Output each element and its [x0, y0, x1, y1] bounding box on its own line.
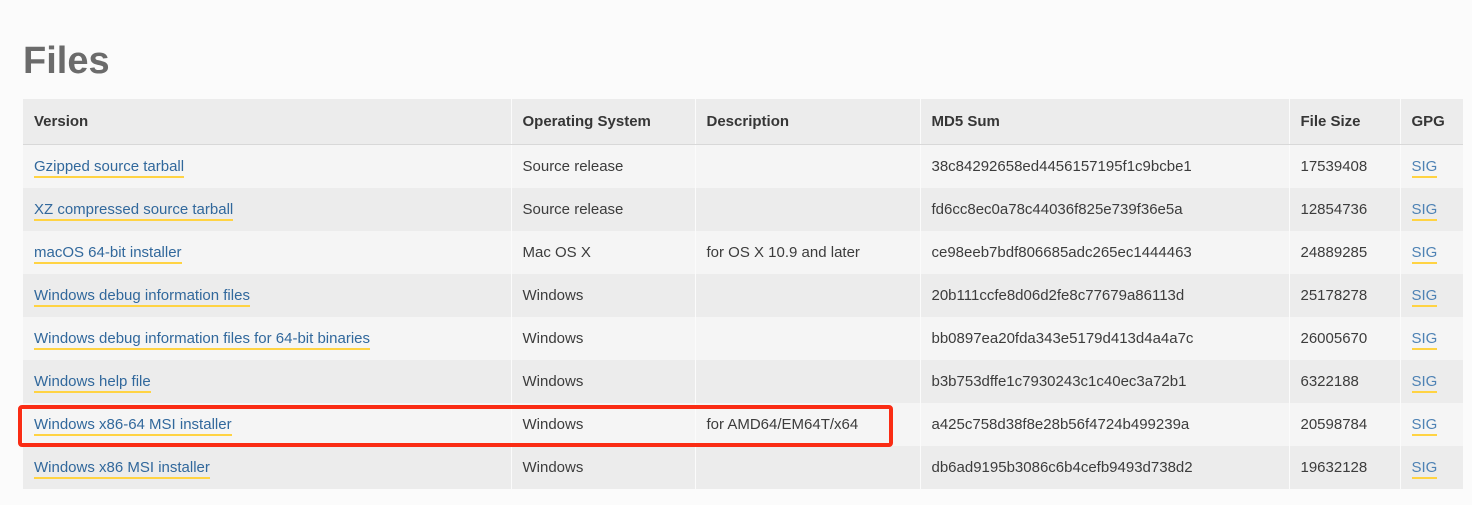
table-row: Windows debug information files Windows 20…	[23, 274, 1463, 317]
cell-gpg: SIG	[1400, 231, 1463, 274]
cell-file-size: 20598784	[1289, 403, 1400, 446]
gpg-signature-link[interactable]: SIG	[1412, 201, 1438, 221]
file-download-link[interactable]: Windows debug information files for 64-b…	[34, 330, 370, 350]
table-row: Gzipped source tarball Source release 38c8…	[23, 145, 1463, 189]
cell-description	[695, 317, 920, 360]
cell-operating-system: Windows	[511, 446, 695, 489]
cell-gpg: SIG	[1400, 188, 1463, 231]
page-title: Files	[23, 36, 110, 86]
cell-version: Windows x86 MSI installer	[23, 446, 511, 489]
gpg-signature-link[interactable]: SIG	[1412, 416, 1438, 436]
cell-file-size: 26005670	[1289, 317, 1400, 360]
cell-gpg: SIG	[1400, 145, 1463, 189]
cell-operating-system: Source release	[511, 188, 695, 231]
table-body: Gzipped source tarball Source release 38c8…	[23, 145, 1463, 490]
cell-description	[695, 145, 920, 189]
cell-operating-system: Windows	[511, 360, 695, 403]
gpg-signature-link[interactable]: SIG	[1412, 330, 1438, 350]
cell-description	[695, 360, 920, 403]
table-row: Windows x86 MSI installer Windows db6ad919…	[23, 446, 1463, 489]
cell-file-size: 24889285	[1289, 231, 1400, 274]
cell-description: for OS X 10.9 and later	[695, 231, 920, 274]
cell-operating-system: Source release	[511, 145, 695, 189]
cell-md5-sum: 20b111ccfe8d06d2fe8c77679a86113d	[920, 274, 1289, 317]
cell-version: Windows x86-64 MSI installer	[23, 403, 511, 446]
cell-md5-sum: db6ad9195b3086c6b4cefb9493d738d2	[920, 446, 1289, 489]
gpg-signature-link[interactable]: SIG	[1412, 287, 1438, 307]
cell-description	[695, 446, 920, 489]
file-download-link[interactable]: Windows help file	[34, 373, 151, 393]
file-download-link[interactable]: Windows x86-64 MSI installer	[34, 416, 232, 436]
table-row: macOS 64-bit installer Mac OS Xfor OS X 1…	[23, 231, 1463, 274]
file-download-link[interactable]: Gzipped source tarball	[34, 158, 184, 178]
column-header-gpg: GPG	[1400, 99, 1463, 145]
cell-gpg: SIG	[1400, 274, 1463, 317]
cell-operating-system: Windows	[511, 317, 695, 360]
gpg-signature-link[interactable]: SIG	[1412, 158, 1438, 178]
table-row: Windows x86-64 MSI installer Windowsfor A…	[23, 403, 1463, 446]
cell-gpg: SIG	[1400, 360, 1463, 403]
table-row: Windows debug information files for 64-b…	[23, 317, 1463, 360]
cell-md5-sum: ce98eeb7bdf806685adc265ec1444463	[920, 231, 1289, 274]
cell-gpg: SIG	[1400, 446, 1463, 489]
file-download-link[interactable]: XZ compressed source tarball	[34, 201, 233, 221]
cell-file-size: 6322188	[1289, 360, 1400, 403]
gpg-signature-link[interactable]: SIG	[1412, 373, 1438, 393]
cell-description: for AMD64/EM64T/x64	[695, 403, 920, 446]
file-download-link[interactable]: macOS 64-bit installer	[34, 244, 182, 264]
cell-md5-sum: 38c84292658ed4456157195f1c9bcbe1	[920, 145, 1289, 189]
cell-md5-sum: a425c758d38f8e28b56f4724b499239a	[920, 403, 1289, 446]
cell-md5-sum: bb0897ea20fda343e5179d413d4a4a7c	[920, 317, 1289, 360]
cell-version: Windows debug information files for 64-b…	[23, 317, 511, 360]
table-header: Version Operating System Description MD5…	[23, 99, 1463, 145]
cell-description	[695, 274, 920, 317]
cell-version: Windows debug information files	[23, 274, 511, 317]
file-download-link[interactable]: Windows x86 MSI installer	[34, 459, 210, 479]
column-header-description: Description	[695, 99, 920, 145]
cell-description	[695, 188, 920, 231]
cell-md5-sum: b3b753dffe1c7930243c1c40ec3a72b1	[920, 360, 1289, 403]
column-header-filesize: File Size	[1289, 99, 1400, 145]
cell-operating-system: Mac OS X	[511, 231, 695, 274]
cell-version: Windows help file	[23, 360, 511, 403]
cell-operating-system: Windows	[511, 403, 695, 446]
cell-version: macOS 64-bit installer	[23, 231, 511, 274]
table-header-row: Version Operating System Description MD5…	[23, 99, 1463, 145]
column-header-version: Version	[23, 99, 511, 145]
cell-operating-system: Windows	[511, 274, 695, 317]
table-row: Windows help file Windows b3b753dffe1c7930…	[23, 360, 1463, 403]
cell-file-size: 17539408	[1289, 145, 1400, 189]
cell-version: XZ compressed source tarball	[23, 188, 511, 231]
gpg-signature-link[interactable]: SIG	[1412, 459, 1438, 479]
cell-file-size: 19632128	[1289, 446, 1400, 489]
cell-gpg: SIG	[1400, 403, 1463, 446]
files-table: Version Operating System Description MD5…	[23, 99, 1463, 489]
cell-version: Gzipped source tarball	[23, 145, 511, 189]
gpg-signature-link[interactable]: SIG	[1412, 244, 1438, 264]
table-row: XZ compressed source tarball Source relea…	[23, 188, 1463, 231]
cell-gpg: SIG	[1400, 317, 1463, 360]
files-page: Files Version Operating System Descripti…	[0, 0, 1472, 505]
column-header-os: Operating System	[511, 99, 695, 145]
cell-md5-sum: fd6cc8ec0a78c44036f825e739f36e5a	[920, 188, 1289, 231]
file-download-link[interactable]: Windows debug information files	[34, 287, 250, 307]
cell-file-size: 25178278	[1289, 274, 1400, 317]
column-header-md5: MD5 Sum	[920, 99, 1289, 145]
cell-file-size: 12854736	[1289, 188, 1400, 231]
